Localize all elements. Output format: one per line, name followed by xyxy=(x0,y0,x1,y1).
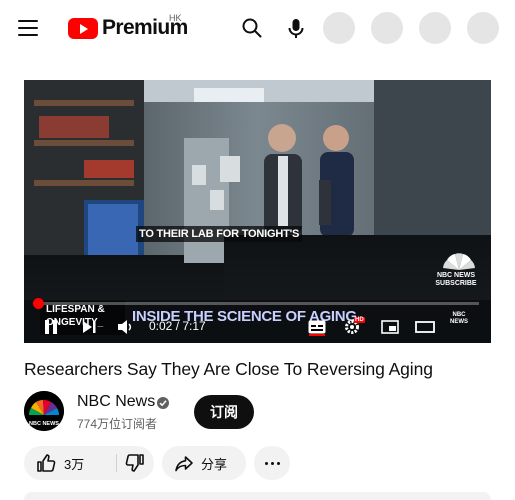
youtube-play-icon xyxy=(68,17,98,39)
time-display: 0:02 / 7:17 xyxy=(149,319,206,333)
volume-icon[interactable] xyxy=(116,317,134,337)
nbc-watermark: NBC NEWS SUBSCRIBE xyxy=(432,272,480,288)
next-section-edge xyxy=(24,492,491,500)
dislike-button[interactable] xyxy=(120,446,146,480)
next-icon[interactable] xyxy=(80,317,98,337)
share-label: 分享 xyxy=(201,456,228,472)
nbc-peacock-icon: NBC NEWS xyxy=(24,391,64,431)
channel-avatar[interactable]: NBC NEWS xyxy=(24,391,64,431)
miniplayer-icon[interactable] xyxy=(380,317,400,337)
share-button[interactable]: 分享 xyxy=(162,446,246,480)
top-bar: Premium HK xyxy=(0,0,515,56)
like-divider xyxy=(116,454,117,472)
subtitles-active-indicator xyxy=(309,334,325,336)
like-count: 3万 xyxy=(64,456,85,472)
nbc-end-logo-text: NBC NEWS xyxy=(450,312,468,325)
video-player[interactable]: TO THEIR LAB FOR TONIGHT'S NBC NEWS SUBS… xyxy=(24,80,491,343)
subscriber-count: 774万位订阅者 xyxy=(77,417,158,431)
toolbar-placeholder-button[interactable] xyxy=(323,12,355,44)
more-actions-icon[interactable] xyxy=(254,446,290,480)
nbc-end-logo[interactable]: NBC NEWS xyxy=(444,309,474,329)
video-title: Researchers Say They Are Close To Revers… xyxy=(24,359,433,379)
avatar-placeholder-button[interactable] xyxy=(467,12,499,44)
menu-icon[interactable] xyxy=(14,14,42,42)
toolbar-placeholder-button[interactable] xyxy=(419,12,451,44)
pause-icon[interactable] xyxy=(42,317,60,337)
verified-icon xyxy=(157,397,169,409)
thumbs-down-icon xyxy=(125,454,144,472)
theater-icon[interactable] xyxy=(414,317,436,337)
toolbar-placeholder-button[interactable] xyxy=(371,12,403,44)
like-button[interactable]: 3万 xyxy=(24,446,84,480)
subscribe-button[interactable]: 订阅 xyxy=(194,395,254,429)
subtitle-caption: TO THEIR LAB FOR TONIGHT'S xyxy=(136,226,303,242)
like-dislike-group: 3万 xyxy=(24,446,154,480)
mic-icon[interactable] xyxy=(282,14,310,42)
hd-badge: HD xyxy=(354,317,365,323)
watermark-line1: NBC NEWS xyxy=(436,272,476,279)
thumbs-up-icon xyxy=(37,454,56,472)
progress-bar[interactable] xyxy=(33,298,479,309)
share-icon xyxy=(175,456,193,472)
region-code: HK xyxy=(169,13,182,23)
search-icon[interactable] xyxy=(238,14,266,42)
channel-name[interactable]: NBC News xyxy=(77,393,155,411)
avatar-text: NBC NEWS xyxy=(29,421,59,427)
watermark-line2: SUBSCRIBE xyxy=(435,280,477,287)
